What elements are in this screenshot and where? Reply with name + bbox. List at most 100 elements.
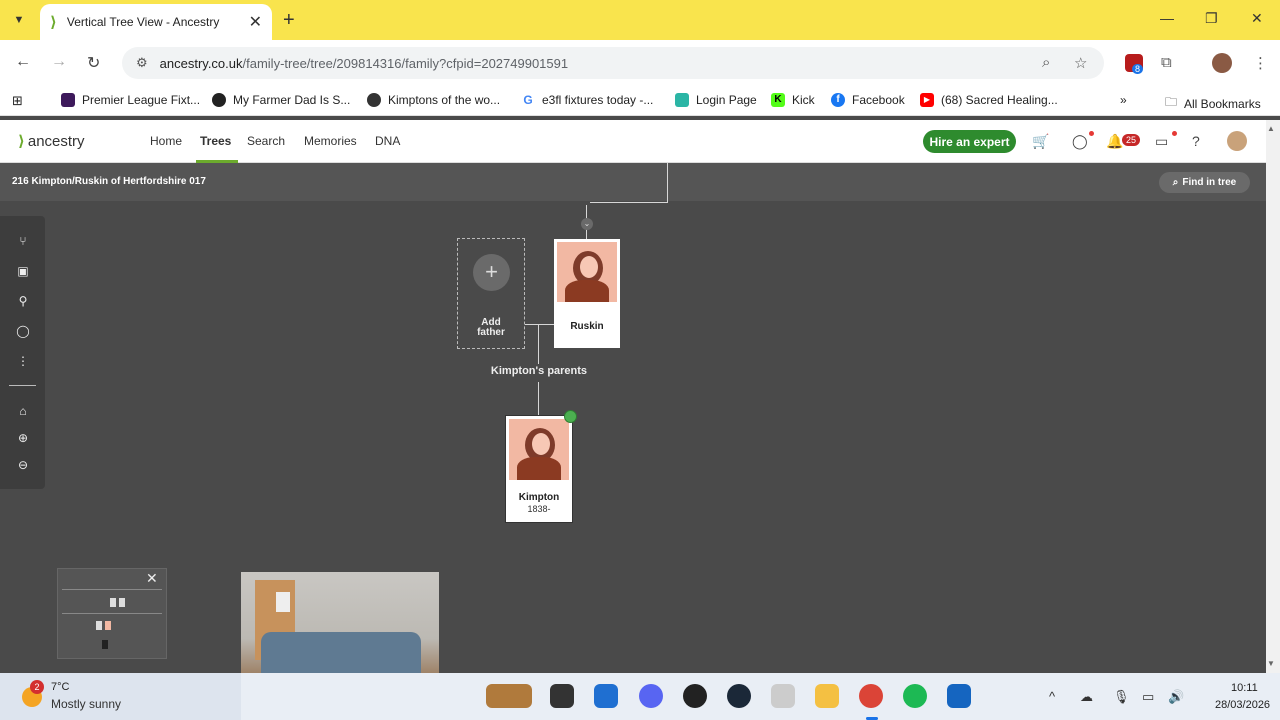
comments-icon[interactable]: ◯ xyxy=(14,324,32,338)
discord-icon[interactable] xyxy=(639,684,663,708)
restore-icon[interactable]: ❐ xyxy=(1205,10,1218,27)
nav-trees[interactable]: Trees xyxy=(200,134,231,148)
mother-card[interactable]: Ruskin xyxy=(554,239,620,348)
network-icon[interactable]: ▭ xyxy=(1142,689,1154,705)
bookmark-star-icon[interactable]: ☆ xyxy=(1074,54,1087,72)
nav-home[interactable]: Home xyxy=(150,134,182,148)
chrome-menu-icon[interactable]: ⋮ xyxy=(1253,54,1268,72)
account-avatar[interactable] xyxy=(1227,131,1247,151)
all-bookmarks-folder[interactable]: 🗀 All Bookmarks xyxy=(1165,93,1261,114)
focus-person-card[interactable]: Kimpton 1838- xyxy=(505,415,573,523)
more-icon[interactable]: ⋮ xyxy=(14,354,32,368)
address-bar[interactable]: ⚙ ancestry.co.uk/family-tree/tree/209814… xyxy=(122,47,1104,79)
back-icon[interactable]: ← xyxy=(15,53,31,71)
add-father-label: Add father xyxy=(477,317,505,338)
forward-icon[interactable]: → xyxy=(51,53,67,71)
bookmark-label: (68) Sacred Healing... xyxy=(941,93,1058,107)
nav-memories[interactable]: Memories xyxy=(304,134,357,148)
bookmark-e3fl[interactable]: Ge3fl fixtures today -... xyxy=(521,93,653,107)
profile-avatar[interactable] xyxy=(1212,53,1232,73)
ancestry-logo[interactable]: ⟩ ancestry xyxy=(18,132,85,151)
connector-line xyxy=(538,382,539,415)
game-app-icon[interactable] xyxy=(771,684,795,708)
hints-icon[interactable]: ◯ xyxy=(1072,133,1088,150)
task-view-icon[interactable] xyxy=(550,684,574,708)
bison-widget-icon[interactable] xyxy=(486,684,532,708)
spotify-icon[interactable] xyxy=(903,684,927,708)
minimize-icon[interactable]: — xyxy=(1160,10,1174,26)
threads-icon xyxy=(212,93,226,107)
hint-leaf-icon[interactable] xyxy=(564,410,577,423)
hire-expert-button[interactable]: Hire an expert xyxy=(923,130,1016,153)
add-father-card[interactable]: + Add father xyxy=(457,238,525,349)
bookmark-facebook[interactable]: f Facebook xyxy=(831,93,905,107)
close-window-icon[interactable]: ✕ xyxy=(1251,10,1263,27)
nav-dna[interactable]: DNA xyxy=(375,134,400,148)
bookmark-premier-league[interactable]: Premier League Fixt... xyxy=(61,93,200,107)
bookmark-label: Login Page xyxy=(696,93,757,107)
expand-ancestors-icon[interactable]: ⌄ xyxy=(581,218,593,230)
nav-search[interactable]: Search xyxy=(247,134,285,148)
apps-icon[interactable]: ⊞ xyxy=(12,93,23,109)
app-icon[interactable] xyxy=(947,684,971,708)
weather-temperature: 7°C xyxy=(51,681,70,693)
bookmark-label: Premier League Fixt... xyxy=(82,93,201,107)
steam-icon[interactable] xyxy=(727,684,751,708)
clock-time[interactable]: 10:11 xyxy=(1231,682,1258,694)
bookmark-kick[interactable]: K Kick xyxy=(771,93,815,107)
rail-divider xyxy=(9,385,36,386)
logo-text: ancestry xyxy=(27,132,85,150)
close-minimap-icon[interactable]: ✕ xyxy=(146,570,158,587)
connector-line xyxy=(525,324,554,325)
scroll-up-icon[interactable]: ▲ xyxy=(1267,124,1275,133)
tree-name[interactable]: 216 Kimpton/Ruskin of Hertfordshire 017 xyxy=(12,176,206,187)
reload-icon[interactable]: ↻ xyxy=(87,53,100,73)
close-tab-icon[interactable]: ✕ xyxy=(249,12,262,32)
url-host: ancestry.co.uk xyxy=(159,55,243,71)
microphone-icon[interactable]: 🎙 xyxy=(1113,689,1130,705)
zoom-out-icon[interactable]: ⊖ xyxy=(14,458,32,472)
bell-icon[interactable]: 🔔 xyxy=(1106,133,1123,150)
bookmark-sacred-healing[interactable]: ▶ (68) Sacred Healing... xyxy=(920,93,1058,107)
female-silhouette-icon xyxy=(509,419,569,480)
focus-person-years: 1838- xyxy=(527,504,551,514)
file-explorer-icon[interactable] xyxy=(815,684,839,708)
chrome-icon[interactable] xyxy=(859,684,883,708)
help-icon[interactable]: ? xyxy=(1192,133,1200,149)
tray-expand-icon[interactable]: ^ xyxy=(1049,689,1055,704)
scroll-down-icon[interactable]: ▼ xyxy=(1267,659,1275,668)
parents-label: Kimpton's parents xyxy=(490,365,588,377)
facebook-icon: f xyxy=(831,93,845,107)
bookmark-kimptons[interactable]: Kimptons of the wo... xyxy=(367,93,500,107)
search-person-icon: ⌕ xyxy=(1172,177,1179,188)
cart-icon[interactable]: 🛒 xyxy=(1032,133,1049,150)
zoom-icon[interactable]: ⌕ xyxy=(1042,54,1050,71)
zoom-in-icon[interactable]: ⊕ xyxy=(14,431,32,445)
clock-date[interactable]: 28/03/2026 xyxy=(1215,699,1270,711)
tab-search-icon[interactable]: ▼ xyxy=(8,9,30,31)
messages-icon[interactable]: ▭ xyxy=(1155,133,1168,150)
volume-icon[interactable]: 🔊 xyxy=(1168,689,1184,705)
onedrive-icon[interactable]: ☁ xyxy=(1080,689,1093,705)
browser-toolbar: ← → ↻ ⚙ ancestry.co.uk/family-tree/tree/… xyxy=(0,40,1280,86)
media-icon[interactable]: ▣ xyxy=(14,264,32,278)
folder-icon: 🗀 xyxy=(1165,95,1178,109)
tree-tools-rail: ⑂ ▣ ⚲ ◯ ⋮ ⌂ ⊕ ⊖ xyxy=(0,216,45,489)
outlook-icon[interactable] xyxy=(594,684,618,708)
bookmark-login-page[interactable]: Login Page xyxy=(675,93,757,107)
obs-icon[interactable] xyxy=(683,684,707,708)
page-scrollbar[interactable] xyxy=(1266,120,1280,673)
active-tab[interactable]: ⟩ Vertical Tree View - Ancestry ✕ xyxy=(40,4,272,40)
tree-search-icon[interactable]: ⚲ xyxy=(14,294,32,308)
extensions-icon[interactable]: ⧉ xyxy=(1161,54,1172,71)
new-tab-icon[interactable]: + xyxy=(283,9,295,32)
tree-view-icon[interactable]: ⑂ xyxy=(14,234,32,248)
more-bookmarks-icon[interactable]: » xyxy=(1120,93,1127,107)
home-person-icon[interactable]: ⌂ xyxy=(14,404,32,418)
browser-tab-strip: ▼ ⟩ Vertical Tree View - Ancestry ✕ + — … xyxy=(0,0,1280,40)
globe-icon xyxy=(367,93,381,107)
weather-widget[interactable]: 2 7°C Mostly sunny xyxy=(0,673,241,720)
find-in-tree-button[interactable]: ⌕ Find in tree xyxy=(1159,172,1250,193)
bookmark-farmer-dad[interactable]: My Farmer Dad Is S... xyxy=(212,93,350,107)
site-info-icon[interactable]: ⚙ xyxy=(136,55,148,71)
